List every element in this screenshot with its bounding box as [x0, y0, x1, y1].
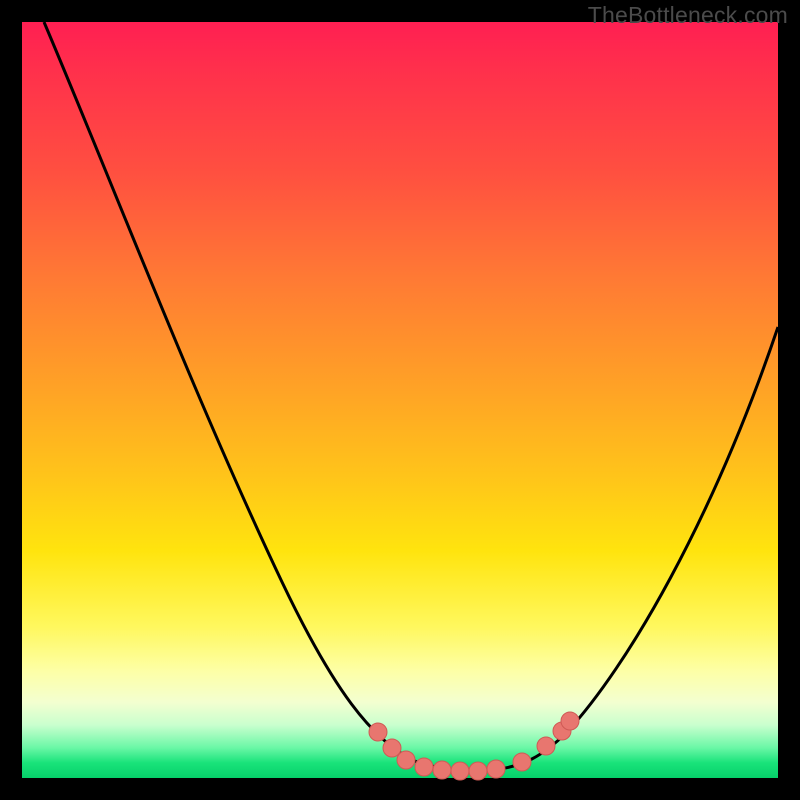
chart-frame: TheBottleneck.com	[0, 0, 800, 800]
bottleneck-curve	[22, 22, 778, 778]
watermark-text: TheBottleneck.com	[588, 2, 788, 29]
marker-dot	[433, 761, 451, 779]
marker-dot	[397, 751, 415, 769]
marker-dot	[451, 762, 469, 780]
marker-dot	[415, 758, 433, 776]
marker-dot	[537, 737, 555, 755]
marker-dot	[369, 723, 387, 741]
marker-dot	[469, 762, 487, 780]
chart-plot-area	[22, 22, 778, 778]
marker-dot	[513, 753, 531, 771]
marker-dot	[383, 739, 401, 757]
curve-markers	[369, 712, 579, 780]
marker-dot	[561, 712, 579, 730]
marker-dot	[487, 760, 505, 778]
curve-path	[44, 22, 778, 771]
